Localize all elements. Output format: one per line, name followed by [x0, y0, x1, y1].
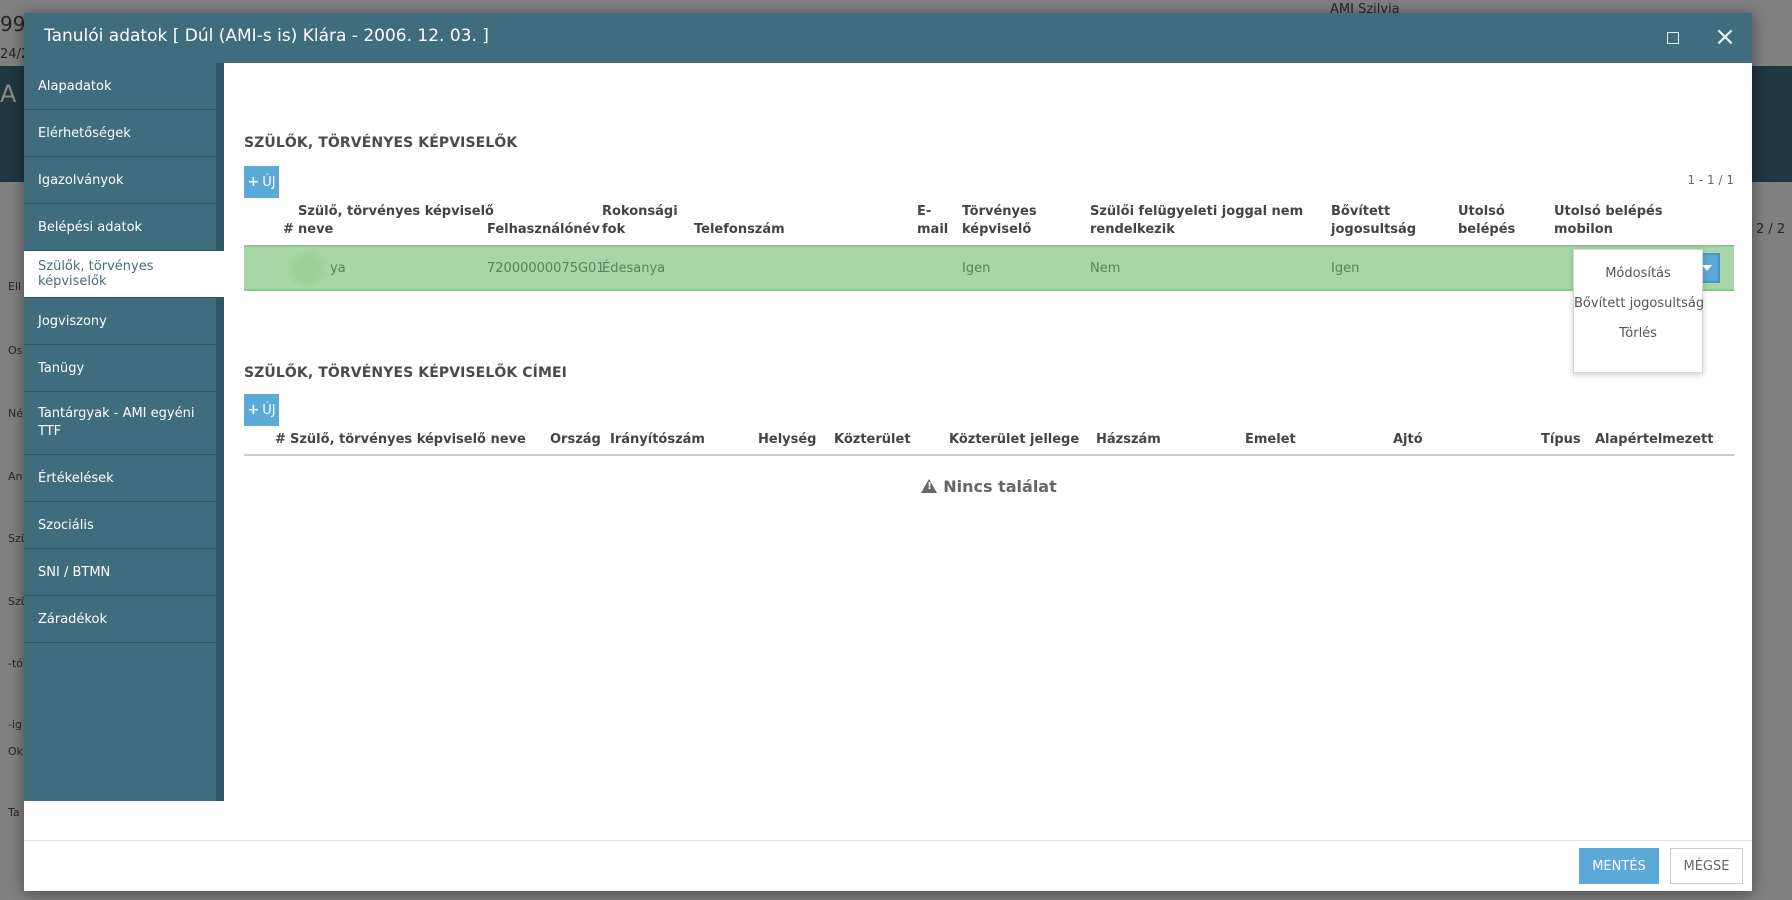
modal-title: Tanulói adatok [ Dúl (AMI-s is) Klára - … [44, 26, 489, 46]
empty-state-text: Nincs találat [943, 477, 1057, 496]
add-parent-button[interactable]: + ÚJ [244, 166, 279, 198]
menu-item-modify[interactable]: Módosítás [1574, 266, 1702, 296]
col-header-last-login[interactable]: Utolsó belépés [1458, 203, 1515, 239]
cell-name: ya [330, 261, 346, 276]
col-header-name[interactable]: Szülő, törvényes képviselő neve [298, 203, 494, 239]
menu-item-delete[interactable]: Törlés [1574, 326, 1702, 356]
addr-col-country[interactable]: Ország [550, 431, 601, 449]
sidebar-item-zaradekok[interactable]: Záradékok [24, 596, 216, 643]
col-header-relation[interactable]: Rokonsági fok [602, 203, 678, 239]
addr-col-street[interactable]: Közterület [834, 431, 911, 449]
table-row[interactable]: ya 72000000075G01 Édesanya Igen Nem Igen [244, 245, 1734, 291]
col-header-phone[interactable]: Telefonszám [694, 221, 785, 239]
empty-state: Nincs találat [244, 477, 1734, 496]
maximize-button[interactable] [1658, 23, 1688, 53]
maximize-icon [1667, 31, 1679, 44]
addr-col-name[interactable]: Szülő, törvényes képviselő neve [290, 431, 526, 449]
addr-col-house-number[interactable]: Házszám [1096, 431, 1161, 449]
add-address-label: ÚJ [262, 402, 276, 418]
addr-col-city[interactable]: Helység [758, 431, 817, 449]
sidebar-item-jogviszony[interactable]: Jogviszony [24, 298, 216, 345]
close-icon: × [1714, 22, 1736, 52]
cell-relation: Édesanya [602, 261, 666, 276]
table-divider [244, 454, 1734, 456]
modal-footer: MENTÉS MÉGSE [24, 840, 1752, 891]
add-address-button[interactable]: + ÚJ [244, 394, 279, 426]
cancel-button[interactable]: MÉGSE [1670, 848, 1743, 884]
sidebar-item-alapadatok[interactable]: Alapadatok [24, 63, 216, 110]
sidebar-item-tanugy[interactable]: Tanügy [24, 345, 216, 392]
modal-content: SZÜLŐK, TÖRVÉNYES KÉPVISELŐK + ÚJ 1 - 1 … [244, 63, 1734, 853]
col-header-index[interactable]: # [283, 221, 294, 239]
cell-legal-rep: Igen [962, 261, 991, 276]
addr-col-type[interactable]: Típus [1541, 431, 1581, 449]
col-header-last-login-mobile[interactable]: Utolsó belépés mobilon [1554, 203, 1663, 239]
cell-username: 72000000075G01 [487, 261, 605, 276]
menu-item-extended-rights[interactable]: Bővített jogosultság [1574, 296, 1704, 326]
row-actions-menu: Módosítás Bővített jogosultság Törlés [1573, 249, 1704, 373]
student-data-modal: Tanulói adatok [ Dúl (AMI-s is) Klára - … [24, 13, 1752, 891]
modal-sidebar: Alapadatok Elérhetőségek Igazolványok Be… [24, 63, 224, 801]
cell-extended: Igen [1331, 261, 1360, 276]
sidebar-item-igazolvanyok[interactable]: Igazolványok [24, 157, 216, 204]
cell-no-custody: Nem [1090, 261, 1121, 276]
chevron-down-icon [1702, 265, 1712, 271]
col-header-username[interactable]: Felhasználónév [487, 221, 600, 239]
addresses-section-title: SZÜLŐK, TÖRVÉNYES KÉPVISELŐK CÍMEI [244, 365, 567, 381]
addr-col-zip[interactable]: Irányítószám [610, 431, 705, 449]
sidebar-item-sni-btmn[interactable]: SNI / BTMN [24, 549, 216, 596]
avatar [284, 251, 330, 287]
sidebar-item-szulok[interactable]: Szülők, törvényes képviselők [24, 251, 224, 298]
addr-col-floor[interactable]: Emelet [1245, 431, 1296, 449]
sidebar-item-tantargyak[interactable]: Tantárgyak - AMI egyéni TTF [24, 392, 216, 455]
warning-icon [921, 479, 938, 493]
col-header-extended[interactable]: Bővített jogosultság [1331, 203, 1416, 239]
addr-col-index[interactable]: # [275, 431, 286, 449]
sidebar-item-belepesi-adatok[interactable]: Belépési adatok [24, 204, 216, 251]
addr-col-door[interactable]: Ajtó [1393, 431, 1423, 449]
save-button[interactable]: MENTÉS [1579, 848, 1659, 884]
col-header-legal-rep[interactable]: Törvényes képviselő [962, 203, 1037, 239]
plus-icon: + [247, 402, 260, 418]
addr-col-street-type[interactable]: Közterület jellege [949, 431, 1079, 449]
modal-header: Tanulói adatok [ Dúl (AMI-s is) Klára - … [24, 13, 1752, 63]
parents-section-title: SZÜLŐK, TÖRVÉNYES KÉPVISELŐK [244, 135, 518, 151]
close-button[interactable]: × [1710, 23, 1740, 53]
sidebar-item-elerhetosegek[interactable]: Elérhetőségek [24, 110, 216, 157]
col-header-email[interactable]: E-mail [917, 203, 948, 239]
sidebar-item-szocialis[interactable]: Szociális [24, 502, 216, 549]
col-header-no-custody[interactable]: Szülői felügyeleti joggal nem rendelkezik [1090, 203, 1303, 239]
add-parent-label: ÚJ [262, 174, 276, 190]
addr-col-default[interactable]: Alapértelmezett [1595, 431, 1714, 449]
sidebar-item-ertekelesek[interactable]: Értékelések [24, 455, 216, 502]
plus-icon: + [247, 174, 260, 190]
pager-info: 1 - 1 / 1 [1687, 173, 1734, 187]
